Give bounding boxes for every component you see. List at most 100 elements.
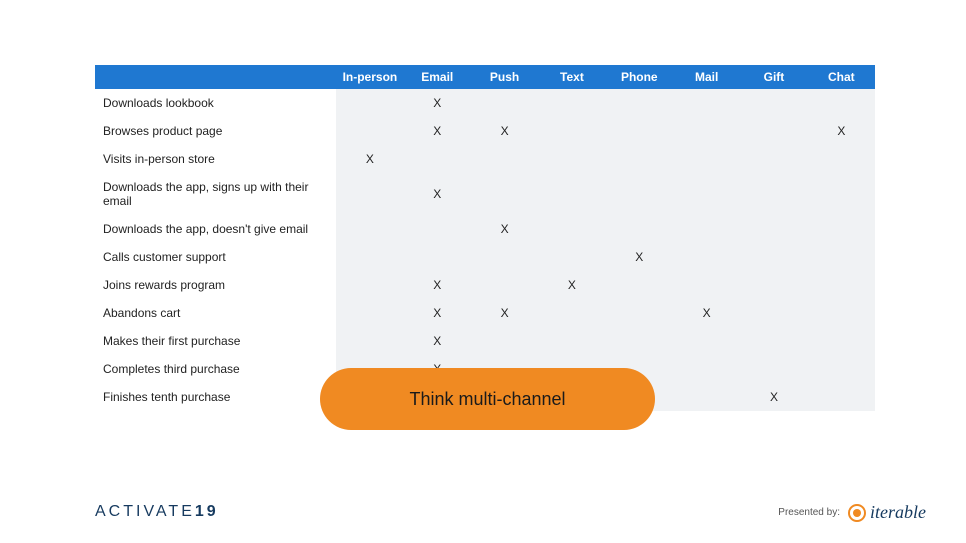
cell-mark	[538, 299, 605, 327]
cell-mark	[808, 145, 875, 173]
header-in-person: In-person	[336, 65, 403, 89]
cell-mark	[740, 355, 807, 383]
cell-mark	[673, 145, 740, 173]
cell-mark	[538, 145, 605, 173]
cell-mark	[673, 215, 740, 243]
cell-mark	[404, 145, 471, 173]
cell-mark	[808, 243, 875, 271]
cell-mark	[808, 383, 875, 411]
cell-mark: X	[538, 271, 605, 299]
cell-mark	[673, 383, 740, 411]
cell-mark	[336, 215, 403, 243]
table-row: Visits in-person storeX	[95, 145, 875, 173]
cell-mark: X	[404, 89, 471, 117]
cell-mark	[673, 173, 740, 215]
header-mail: Mail	[673, 65, 740, 89]
cell-mark	[471, 173, 538, 215]
event-prefix: ACTIVATE	[95, 503, 195, 520]
table-row: Downloads the app, signs up with their e…	[95, 173, 875, 215]
cell-mark	[538, 215, 605, 243]
cell-mark	[808, 173, 875, 215]
cell-mark	[673, 117, 740, 145]
cell-mark: X	[404, 271, 471, 299]
slide-root: In-person Email Push Text Phone Mail Gif…	[0, 0, 966, 543]
callout-pill: Think multi-channel	[320, 368, 655, 430]
cell-mark	[740, 243, 807, 271]
row-label: Downloads the app, doesn't give email	[95, 215, 336, 243]
cell-mark	[808, 327, 875, 355]
cell-mark	[740, 299, 807, 327]
header-chat: Chat	[808, 65, 875, 89]
cell-mark	[471, 243, 538, 271]
cell-mark	[404, 243, 471, 271]
cell-mark	[673, 271, 740, 299]
callout-text: Think multi-channel	[409, 389, 565, 410]
cell-mark	[538, 243, 605, 271]
row-label: Abandons cart	[95, 299, 336, 327]
cell-mark	[471, 89, 538, 117]
row-label: Browses product page	[95, 117, 336, 145]
cell-mark	[606, 173, 673, 215]
header-phone: Phone	[606, 65, 673, 89]
cell-mark: X	[471, 215, 538, 243]
event-year: 19	[195, 503, 219, 520]
cell-mark	[538, 327, 605, 355]
cell-mark	[673, 327, 740, 355]
header-push: Push	[471, 65, 538, 89]
row-label: Joins rewards program	[95, 271, 336, 299]
iterable-logo: iterable	[848, 502, 926, 523]
cell-mark	[606, 117, 673, 145]
cell-mark	[336, 271, 403, 299]
cell-mark	[740, 173, 807, 215]
cell-mark	[606, 89, 673, 117]
cell-mark	[740, 117, 807, 145]
cell-mark	[808, 271, 875, 299]
iterable-wordmark: iterable	[870, 502, 926, 523]
channel-matrix-table: In-person Email Push Text Phone Mail Gif…	[95, 65, 875, 411]
cell-mark	[673, 243, 740, 271]
footer-event-logo: ACTIVATE19	[95, 503, 219, 521]
cell-mark	[740, 327, 807, 355]
cell-mark	[606, 327, 673, 355]
cell-mark	[808, 355, 875, 383]
cell-mark	[606, 215, 673, 243]
cell-mark: X	[404, 299, 471, 327]
cell-mark	[336, 173, 403, 215]
cell-mark	[740, 215, 807, 243]
header-empty	[95, 65, 336, 89]
cell-mark: X	[673, 299, 740, 327]
cell-mark: X	[606, 243, 673, 271]
header-text: Text	[538, 65, 605, 89]
row-label: Downloads the app, signs up with their e…	[95, 173, 336, 215]
row-label: Downloads lookbook	[95, 89, 336, 117]
cell-mark: X	[404, 173, 471, 215]
cell-mark	[538, 89, 605, 117]
cell-mark	[336, 117, 403, 145]
table-row: Browses product pageXXX	[95, 117, 875, 145]
cell-mark	[606, 145, 673, 173]
cell-mark	[538, 117, 605, 145]
cell-mark: X	[471, 117, 538, 145]
header-gift: Gift	[740, 65, 807, 89]
cell-mark	[808, 299, 875, 327]
table-row: Downloads the app, doesn't give email X	[95, 215, 875, 243]
table-row: Downloads lookbook X	[95, 89, 875, 117]
header-email: Email	[404, 65, 471, 89]
cell-mark	[336, 299, 403, 327]
cell-mark	[808, 215, 875, 243]
row-label: Completes third purchase	[95, 355, 336, 383]
channel-matrix-wrap: In-person Email Push Text Phone Mail Gif…	[95, 65, 875, 411]
cell-mark	[740, 89, 807, 117]
cell-mark	[336, 243, 403, 271]
cell-mark: X	[336, 145, 403, 173]
cell-mark	[606, 299, 673, 327]
cell-mark	[808, 89, 875, 117]
cell-mark	[471, 271, 538, 299]
cell-mark	[538, 173, 605, 215]
cell-mark: X	[404, 327, 471, 355]
cell-mark	[606, 271, 673, 299]
cell-mark	[471, 327, 538, 355]
cell-mark	[336, 89, 403, 117]
cell-mark	[336, 327, 403, 355]
cell-mark	[471, 145, 538, 173]
